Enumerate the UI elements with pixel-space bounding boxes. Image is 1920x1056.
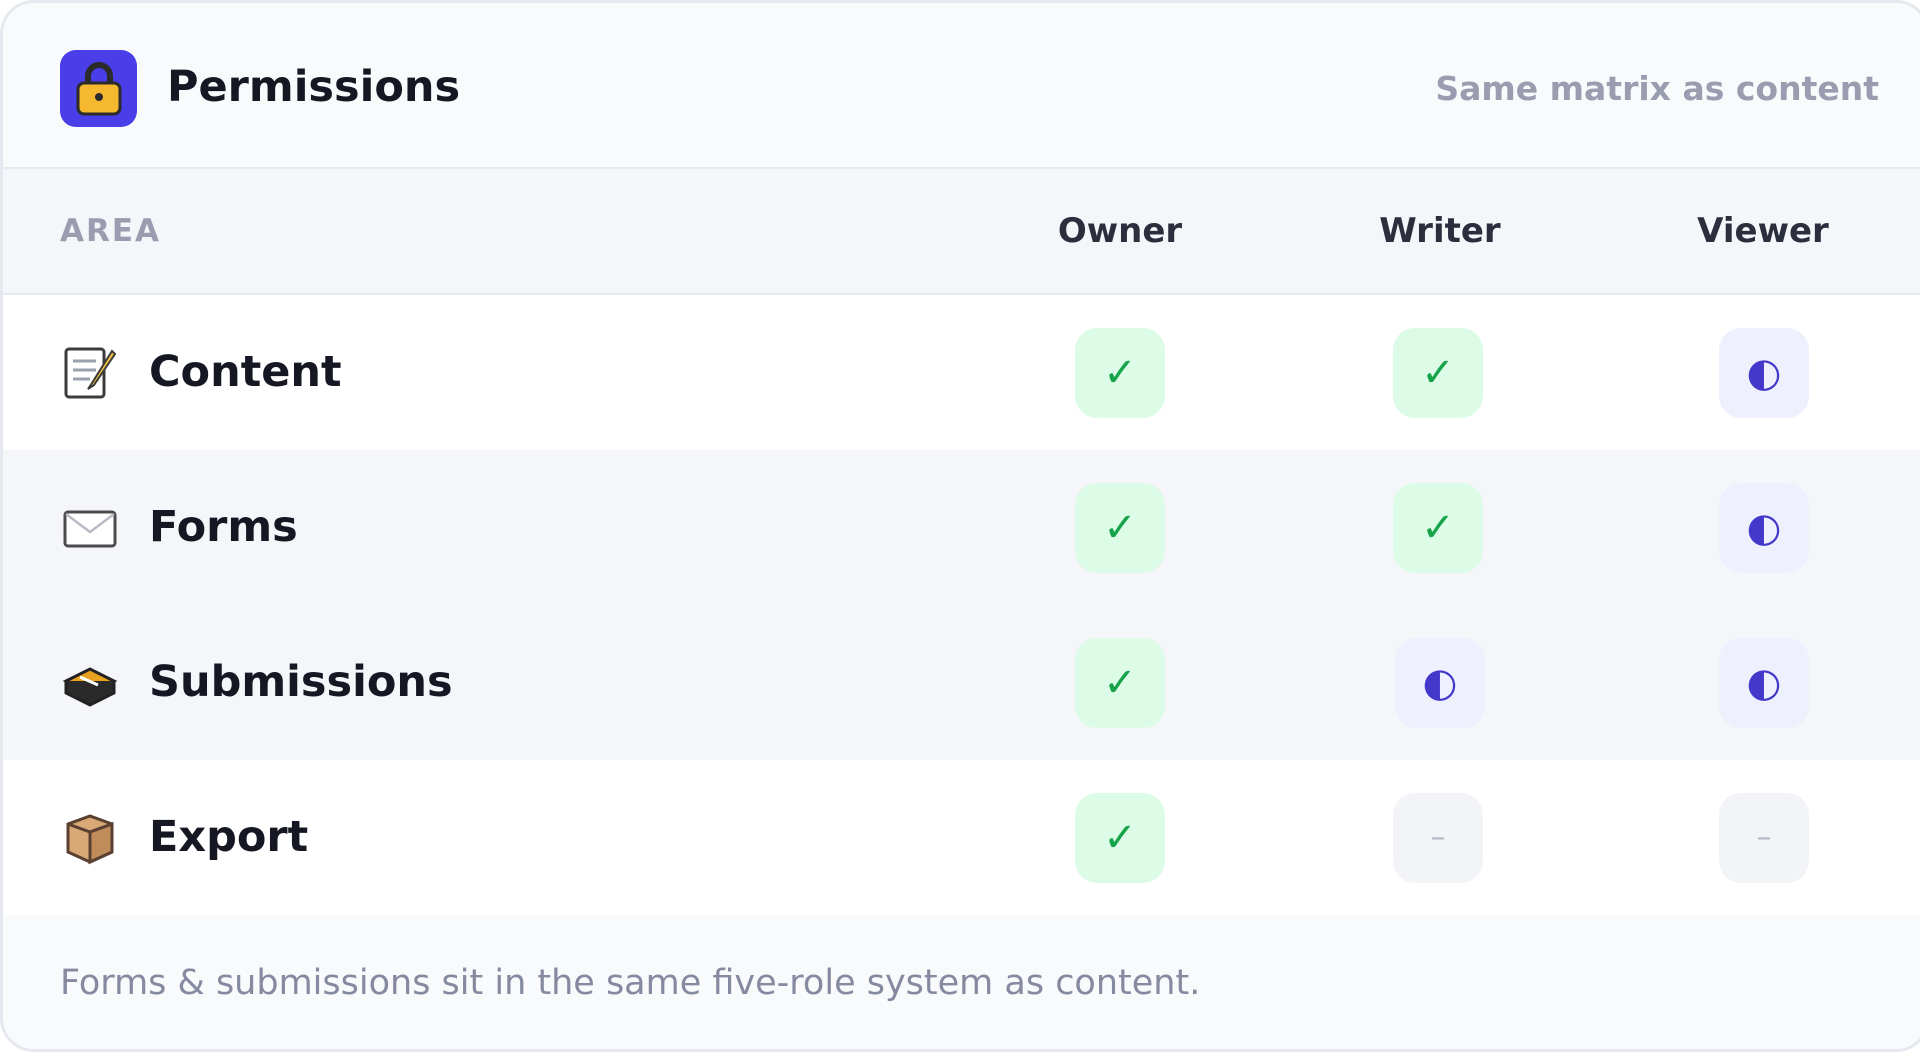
- permission-cell: ◐: [1719, 638, 1809, 728]
- table-header: AREA Owner Writer Viewer: [3, 169, 1920, 295]
- table-row: Content ✓ ✓ ◐: [3, 295, 1920, 452]
- viewer-column-header: Viewer: [1697, 211, 1829, 251]
- permission-cell: ◐: [1395, 638, 1485, 728]
- row-label-forms: Forms: [149, 502, 298, 552]
- table-row: Submissions ✓ ◐ ◐: [3, 605, 1920, 762]
- row-label-content: Content: [149, 347, 342, 397]
- permissions-card: Permissions Same matrix as content AREA …: [0, 0, 1920, 1052]
- permission-cell: ✓: [1393, 483, 1483, 573]
- area-column-header: AREA: [60, 213, 162, 249]
- table-row: Forms ✓ ✓ ◐: [3, 450, 1920, 607]
- envelope-icon: [62, 500, 118, 556]
- package-icon: [62, 810, 118, 866]
- permission-cell: ✓: [1075, 483, 1165, 573]
- card-header: Permissions Same matrix as content: [3, 3, 1920, 169]
- permission-cell: ✓: [1075, 793, 1165, 883]
- row-label-export: Export: [149, 812, 309, 862]
- permission-cell: –: [1393, 793, 1483, 883]
- permission-cell: ✓: [1075, 638, 1165, 728]
- owner-column-header: Owner: [1057, 211, 1183, 251]
- writer-column-header: Writer: [1379, 211, 1501, 251]
- page-title: Permissions: [167, 62, 461, 112]
- permission-cell: ✓: [1393, 328, 1483, 418]
- footer-note: Forms & submissions sit in the same five…: [60, 963, 1201, 1003]
- permission-cell: ✓: [1075, 328, 1165, 418]
- permission-cell: ◐: [1719, 328, 1809, 418]
- card-footer: Forms & submissions sit in the same five…: [3, 915, 1920, 1049]
- permission-cell: ◐: [1719, 483, 1809, 573]
- lock-icon: [60, 50, 137, 127]
- page-subtitle: Same matrix as content: [1435, 69, 1879, 108]
- table-row: Export ✓ – –: [3, 760, 1920, 917]
- memo-icon: [62, 345, 118, 401]
- permission-cell: –: [1719, 793, 1809, 883]
- row-label-submissions: Submissions: [149, 657, 453, 707]
- inbox-tray-icon: [62, 655, 118, 711]
